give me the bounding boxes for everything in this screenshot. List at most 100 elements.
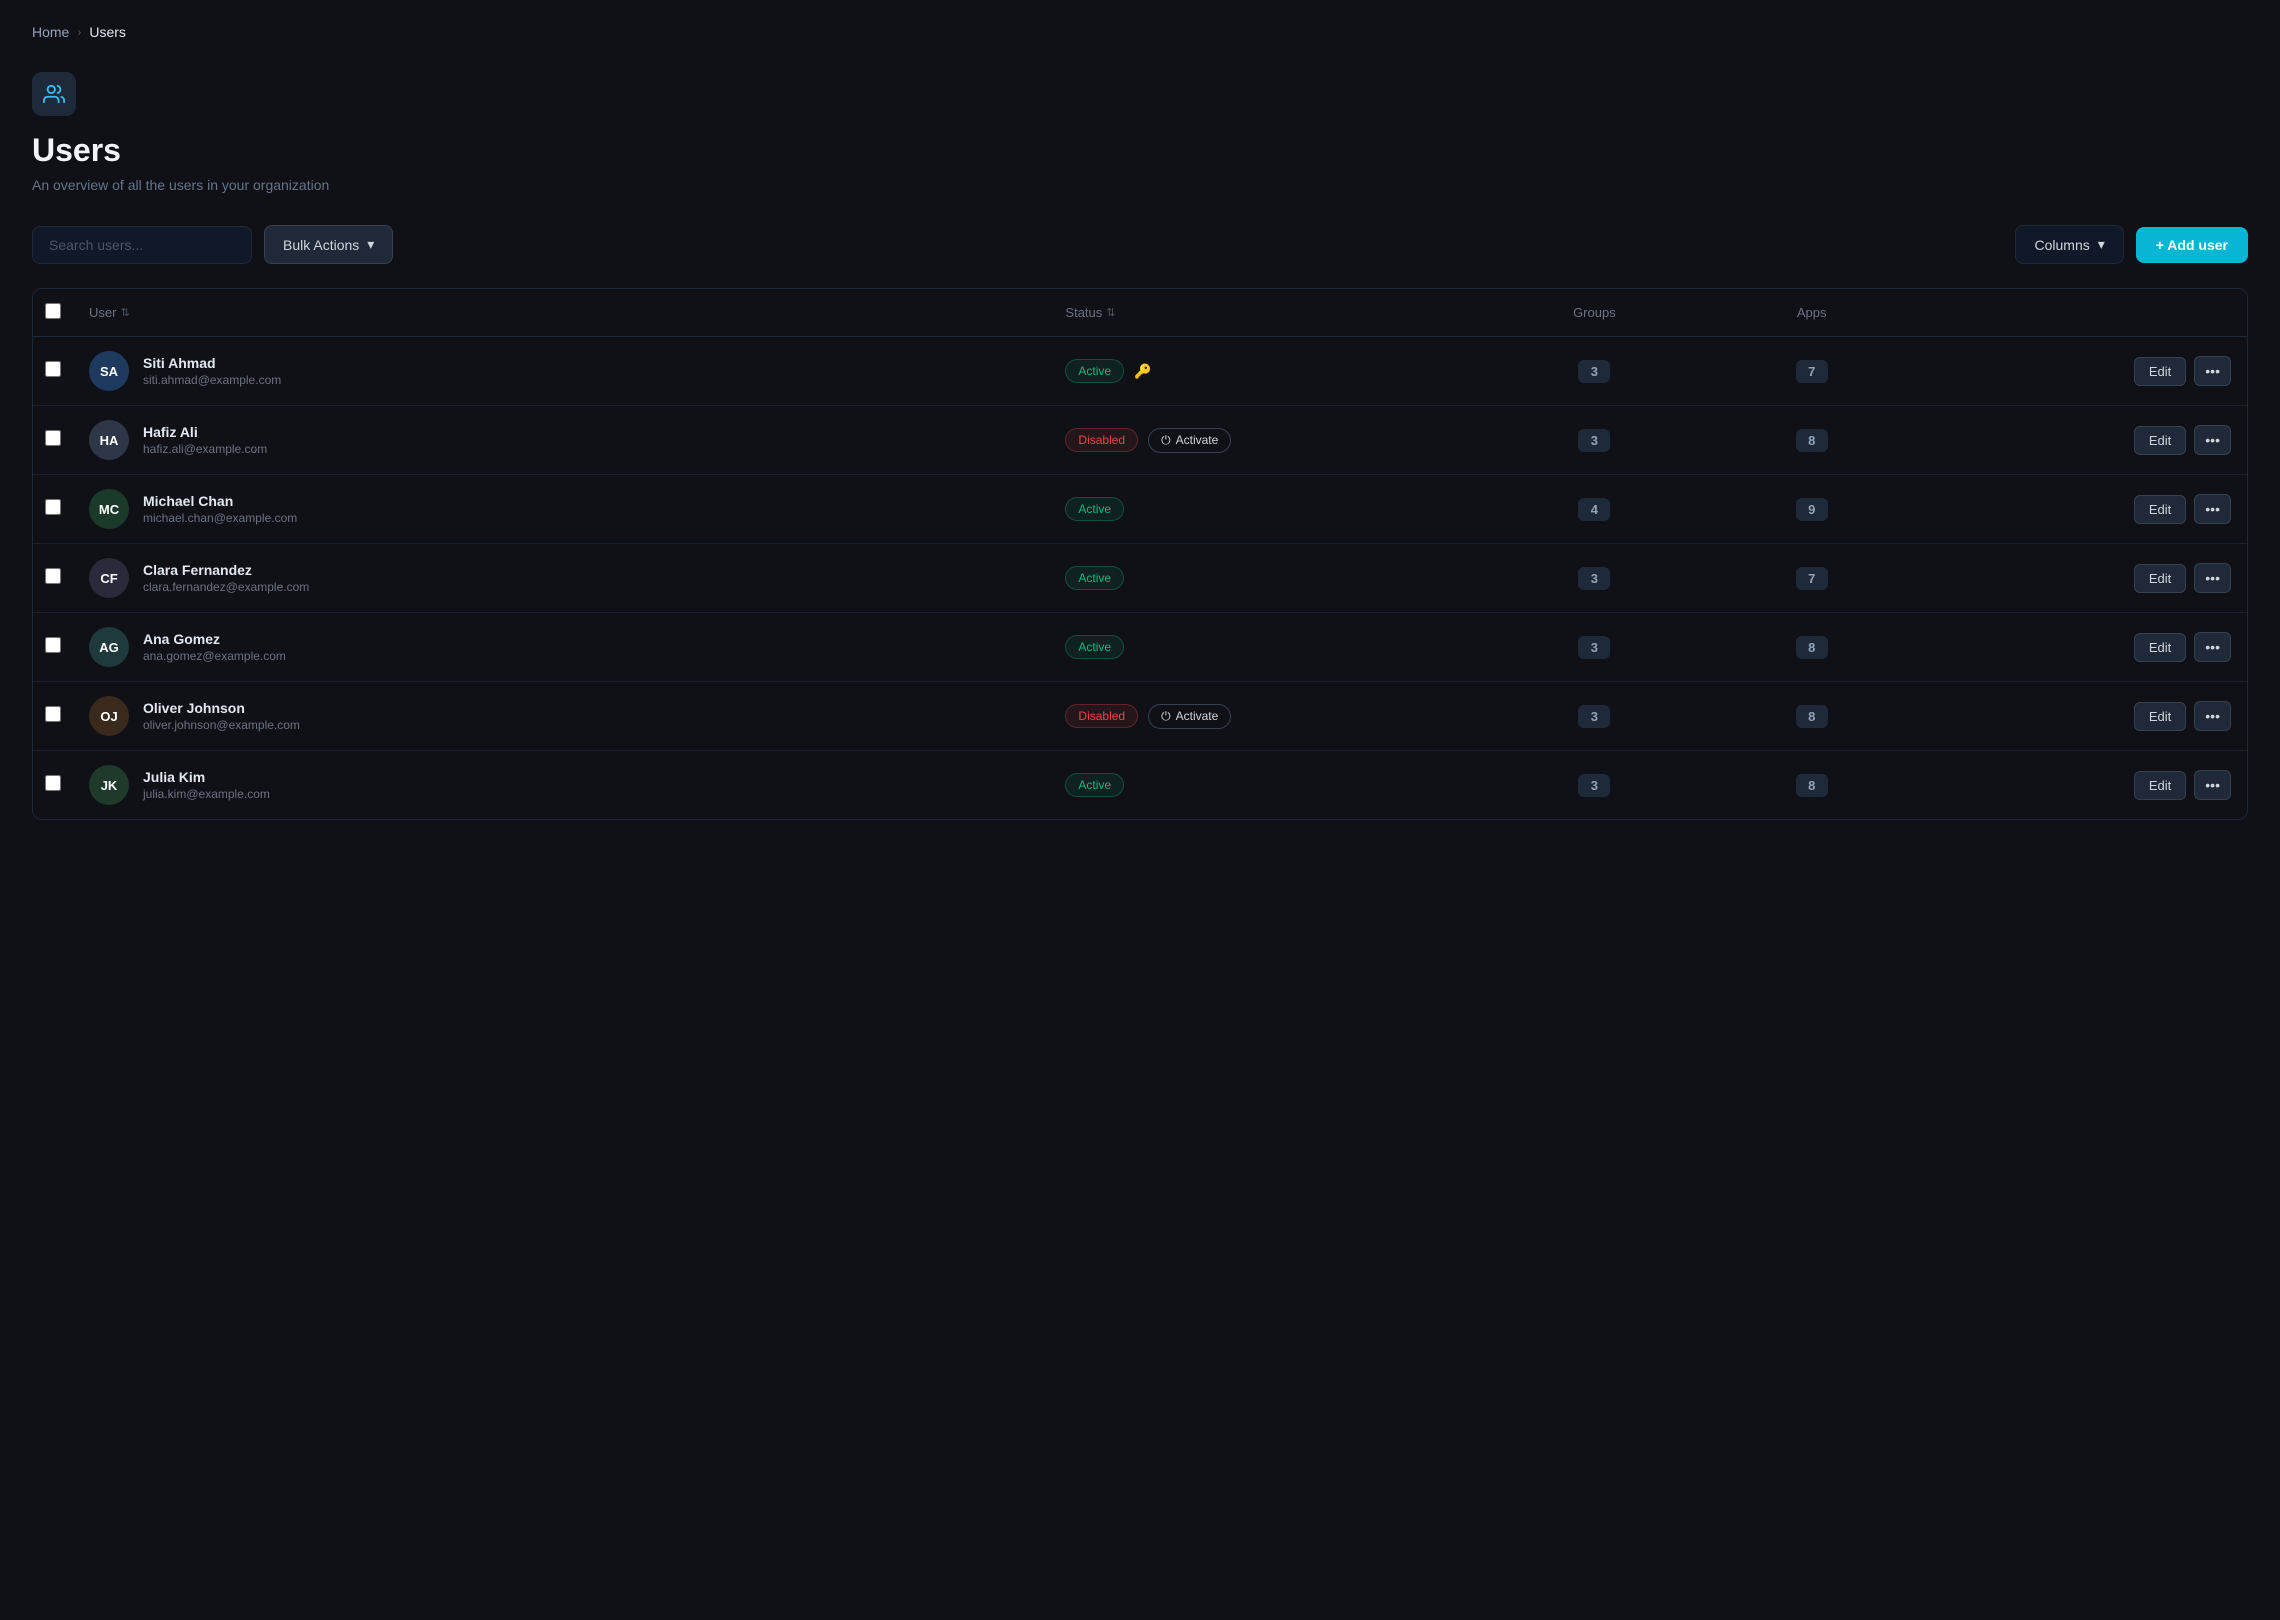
users-table-container: User ⇅ Status ⇅ Groups Apps — [32, 288, 2248, 820]
user-email: julia.kim@example.com — [143, 787, 270, 801]
table-row: HA Hafiz Ali hafiz.ali@example.com Disab… — [33, 406, 2247, 475]
chevron-down-icon: ▾ — [2098, 236, 2105, 253]
more-options-button[interactable]: ••• — [2194, 356, 2231, 386]
col-header-status[interactable]: Status ⇅ — [1049, 289, 1485, 337]
table-row: JK Julia Kim julia.kim@example.com Activ… — [33, 751, 2247, 820]
user-cell: JK Julia Kim julia.kim@example.com — [73, 751, 1049, 820]
status-cell: Disabled ⏻ Activate — [1049, 406, 1485, 475]
user-name: Siti Ahmad — [143, 355, 281, 371]
columns-button[interactable]: Columns ▾ — [2015, 225, 2123, 264]
activate-button[interactable]: ⏻ Activate — [1148, 428, 1231, 453]
user-info: Siti Ahmad siti.ahmad@example.com — [143, 355, 281, 387]
col-header-actions — [1920, 289, 2247, 337]
user-cell: SA Siti Ahmad siti.ahmad@example.com — [73, 337, 1049, 406]
groups-count: 3 — [1578, 705, 1610, 728]
user-cell: MC Michael Chan michael.chan@example.com — [73, 475, 1049, 544]
edit-button[interactable]: Edit — [2134, 702, 2186, 731]
row-checkbox[interactable] — [45, 637, 61, 653]
groups-count: 3 — [1578, 774, 1610, 797]
row-checkbox-cell — [33, 475, 73, 544]
edit-button[interactable]: Edit — [2134, 426, 2186, 455]
row-checkbox[interactable] — [45, 361, 61, 377]
table-header-row: User ⇅ Status ⇅ Groups Apps — [33, 289, 2247, 337]
groups-cell: 3 — [1486, 751, 1703, 820]
bulk-actions-label: Bulk Actions — [283, 237, 359, 253]
status-cell: Disabled ⏻ Activate — [1049, 682, 1485, 751]
groups-cell: 3 — [1486, 613, 1703, 682]
user-name: Clara Fernandez — [143, 562, 309, 578]
status-badge: Active — [1065, 635, 1124, 659]
apps-cell: 9 — [1703, 475, 1920, 544]
breadcrumb-current: Users — [89, 24, 126, 40]
user-email: hafiz.ali@example.com — [143, 442, 267, 456]
groups-cell: 4 — [1486, 475, 1703, 544]
row-checkbox[interactable] — [45, 568, 61, 584]
actions-cell: Edit ••• — [1920, 682, 2247, 751]
row-checkbox-cell — [33, 751, 73, 820]
status-cell: Active — [1049, 544, 1485, 613]
user-cell: CF Clara Fernandez clara.fernandez@examp… — [73, 544, 1049, 613]
sort-icon-user: ⇅ — [120, 306, 129, 319]
edit-button[interactable]: Edit — [2134, 633, 2186, 662]
users-icon — [43, 83, 65, 105]
sort-icon-status: ⇅ — [1106, 306, 1115, 319]
apps-cell: 8 — [1703, 613, 1920, 682]
row-checkbox-cell — [33, 613, 73, 682]
actions-cell: Edit ••• — [1920, 475, 2247, 544]
actions-cell: Edit ••• — [1920, 406, 2247, 475]
edit-button[interactable]: Edit — [2134, 495, 2186, 524]
status-badge: Disabled — [1065, 428, 1138, 452]
table-row: MC Michael Chan michael.chan@example.com… — [33, 475, 2247, 544]
user-email: siti.ahmad@example.com — [143, 373, 281, 387]
status-badge: Active — [1065, 359, 1124, 383]
add-user-label: + Add user — [2156, 237, 2228, 253]
avatar: AG — [89, 627, 129, 667]
col-header-groups: Groups — [1486, 289, 1703, 337]
groups-count: 3 — [1578, 636, 1610, 659]
page-icon-container — [32, 72, 76, 116]
apps-count: 9 — [1796, 498, 1828, 521]
status-cell: Active — [1049, 475, 1485, 544]
more-options-button[interactable]: ••• — [2194, 563, 2231, 593]
col-header-apps: Apps — [1703, 289, 1920, 337]
col-header-user[interactable]: User ⇅ — [73, 289, 1049, 337]
add-user-button[interactable]: + Add user — [2136, 227, 2248, 263]
more-options-button[interactable]: ••• — [2194, 701, 2231, 731]
edit-button[interactable]: Edit — [2134, 771, 2186, 800]
more-options-button[interactable]: ••• — [2194, 632, 2231, 662]
row-checkbox[interactable] — [45, 430, 61, 446]
apps-count: 7 — [1796, 567, 1828, 590]
toolbar: Bulk Actions ▾ Columns ▾ + Add user — [32, 225, 2248, 264]
row-checkbox[interactable] — [45, 775, 61, 791]
actions-cell: Edit ••• — [1920, 751, 2247, 820]
user-name: Oliver Johnson — [143, 700, 300, 716]
page-subtitle: An overview of all the users in your org… — [32, 177, 2248, 193]
activate-button[interactable]: ⏻ Activate — [1148, 704, 1231, 729]
edit-button[interactable]: Edit — [2134, 357, 2186, 386]
row-checkbox-cell — [33, 544, 73, 613]
power-icon: ⏻ — [1161, 433, 1171, 448]
row-checkbox-cell — [33, 682, 73, 751]
groups-count: 3 — [1578, 567, 1610, 590]
columns-label: Columns — [2034, 237, 2089, 253]
bulk-actions-button[interactable]: Bulk Actions ▾ — [264, 225, 393, 264]
row-checkbox[interactable] — [45, 706, 61, 722]
user-info: Hafiz Ali hafiz.ali@example.com — [143, 424, 267, 456]
edit-button[interactable]: Edit — [2134, 564, 2186, 593]
more-options-button[interactable]: ••• — [2194, 425, 2231, 455]
select-all-checkbox[interactable] — [45, 303, 61, 319]
search-input[interactable] — [32, 226, 252, 264]
apps-cell: 7 — [1703, 544, 1920, 613]
groups-cell: 3 — [1486, 544, 1703, 613]
row-checkbox-cell — [33, 337, 73, 406]
apps-cell: 8 — [1703, 751, 1920, 820]
table-row: OJ Oliver Johnson oliver.johnson@example… — [33, 682, 2247, 751]
status-cell: Active — [1049, 613, 1485, 682]
more-options-button[interactable]: ••• — [2194, 494, 2231, 524]
status-badge: Active — [1065, 773, 1124, 797]
user-info: Julia Kim julia.kim@example.com — [143, 769, 270, 801]
more-options-button[interactable]: ••• — [2194, 770, 2231, 800]
breadcrumb-home[interactable]: Home — [32, 24, 69, 40]
row-checkbox[interactable] — [45, 499, 61, 515]
table-row: CF Clara Fernandez clara.fernandez@examp… — [33, 544, 2247, 613]
